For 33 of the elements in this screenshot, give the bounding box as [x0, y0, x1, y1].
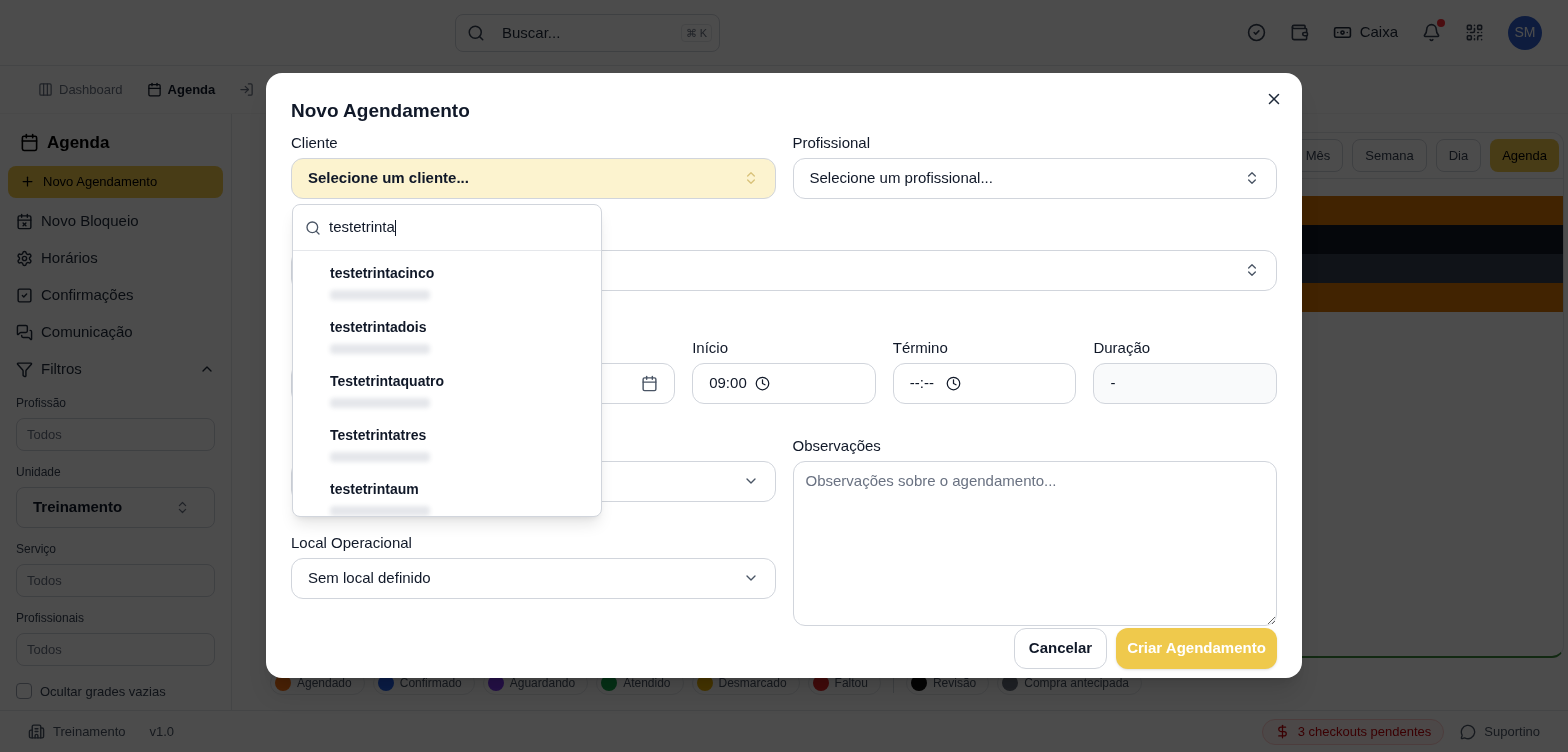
client-option[interactable]: Testetrintaquatro — [293, 367, 601, 421]
client-option[interactable]: Testetrintatres — [293, 421, 601, 475]
search-icon — [305, 219, 321, 236]
start-time-field[interactable]: 09:00 — [692, 362, 876, 404]
field-label: Profissional — [792, 132, 872, 152]
field-label: Local Operacional — [291, 532, 413, 552]
cancel-button[interactable]: Cancelar — [1014, 627, 1107, 669]
filter-label: Unidade — [16, 463, 62, 481]
field-label: Duração — [1093, 337, 1152, 357]
client-search-field[interactable]: testetrinta — [293, 205, 601, 251]
clock-icon — [754, 375, 770, 391]
client-option[interactable]: testetrintaum — [293, 475, 601, 516]
checkbox-label: Ocultar grades vazias — [40, 682, 166, 701]
location-select[interactable]: Sem local definido — [291, 557, 776, 599]
client-select[interactable]: Selecione um cliente... — [291, 157, 776, 199]
filter-label: Profissão — [16, 394, 68, 412]
dialog-title: Novo Agendamento — [291, 99, 471, 123]
sidebar-title: Agenda — [47, 132, 110, 154]
field-label: Término — [892, 337, 949, 357]
field-label: Observações — [792, 435, 882, 455]
client-option[interactable]: testetrintadois — [293, 313, 601, 367]
filter-label: Serviço — [16, 540, 57, 558]
field-label: Início — [692, 337, 730, 357]
end-time-field[interactable]: --:-- — [892, 362, 1077, 404]
client-option[interactable]: testetrintacinco — [293, 259, 601, 313]
create-appointment-button[interactable]: Criar Agendamento — [1116, 627, 1277, 669]
field-label: Cliente — [291, 132, 339, 152]
filter-label: Profissionais — [16, 609, 86, 627]
clock-icon — [945, 375, 961, 391]
notes-field[interactable]: Observações sobre o agendamento... — [792, 460, 1277, 626]
professional-select[interactable]: Selecione um profissional... — [792, 157, 1277, 199]
duration-field: - — [1093, 362, 1277, 404]
calendar-icon — [641, 374, 659, 392]
